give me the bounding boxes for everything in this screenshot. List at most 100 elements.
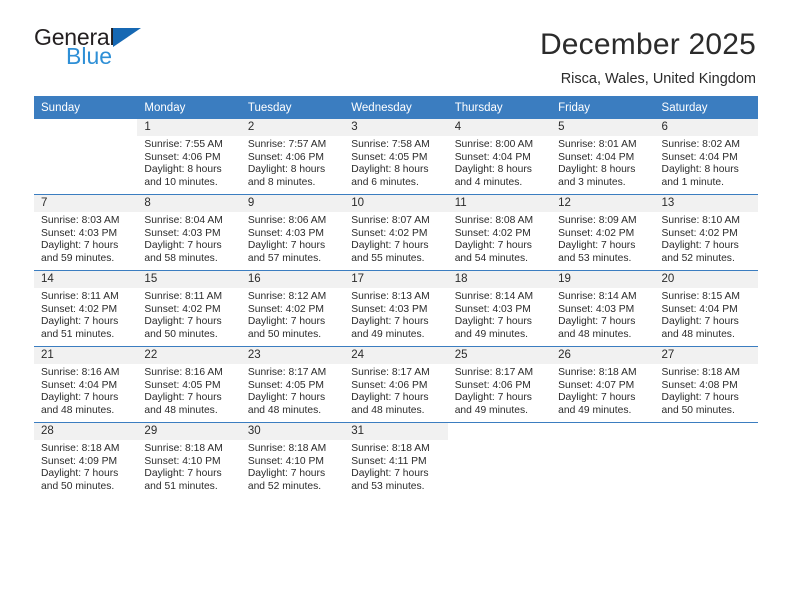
sunset-text: Sunset: 4:03 PM (558, 303, 635, 315)
sunrise-text: Sunrise: 8:18 AM (144, 443, 223, 454)
sunset-text: Sunset: 4:04 PM (661, 151, 738, 163)
day-cell[interactable]: 4 Sunrise: 8:00 AM Sunset: 4:04 PM Daylight… (447, 119, 552, 195)
day-cell[interactable]: 11 Sunrise: 8:08 AM Sunset: 4:02 PM Dayligh… (447, 194, 552, 271)
day-sun-info: Sunrise: 8:14 AM Sunset: 4:03 PM Daylight:… (551, 288, 654, 341)
day-cell[interactable]: 16 Sunrise: 8:12 AM Sunset: 4:02 PM Dayligh… (240, 270, 345, 347)
daylight-text-line1: Daylight: 8 hours (661, 164, 739, 176)
day-number: 4 (447, 119, 552, 136)
day-cell[interactable]: 24 Sunrise: 8:17 AM Sunset: 4:06 PM Dayligh… (344, 346, 448, 423)
daylight-text-line1: Daylight: 8 hours (247, 164, 326, 176)
day-cell[interactable]: 19 Sunrise: 8:14 AM Sunset: 4:03 PM Dayligh… (551, 270, 655, 347)
daylight-text-line1: Daylight: 7 hours (558, 316, 636, 328)
day-cell[interactable]: 6 Sunrise: 8:02 AM Sunset: 4:04 PM Daylight… (654, 119, 758, 195)
sunset-text: Sunset: 4:10 PM (144, 455, 221, 467)
daylight-text-line2: and 50 minutes. (41, 480, 115, 492)
daylight-text-line1: Daylight: 7 hours (351, 468, 429, 480)
sunset-text: Sunset: 4:02 PM (247, 303, 324, 315)
day-cell[interactable]: 5 Sunrise: 8:01 AM Sunset: 4:04 PM Daylight… (551, 119, 655, 195)
sunset-text: Sunset: 4:06 PM (144, 151, 221, 163)
day-number: 14 (34, 271, 138, 288)
day-sun-info (34, 136, 137, 139)
day-cell[interactable]: 14 Sunrise: 8:11 AM Sunset: 4:02 PM Dayligh… (34, 270, 138, 347)
day-cell[interactable]: 2 Sunrise: 7:57 AM Sunset: 4:06 PM Daylight… (240, 119, 345, 195)
daylight-text-line2: and 59 minutes. (41, 252, 115, 264)
day-cell[interactable]: 7 Sunrise: 8:03 AM Sunset: 4:03 PM Daylight… (34, 194, 138, 271)
weekday-header-sunday: Sunday (34, 96, 138, 119)
day-cell[interactable]: 17 Sunrise: 8:13 AM Sunset: 4:03 PM Dayligh… (344, 270, 448, 347)
day-cell[interactable]: 22 Sunrise: 8:16 AM Sunset: 4:05 PM Dayligh… (137, 346, 241, 423)
calendar-week-row: 28 Sunrise: 8:18 AM Sunset: 4:09 PM Dayligh… (34, 422, 758, 498)
day-cell[interactable]: 30 Sunrise: 8:18 AM Sunset: 4:10 PM Dayligh… (240, 422, 345, 498)
day-cell[interactable]: 20 Sunrise: 8:15 AM Sunset: 4:04 PM Dayligh… (654, 270, 758, 347)
daylight-text-line1: Daylight: 7 hours (144, 468, 222, 480)
daylight-text-line2: and 53 minutes. (558, 252, 632, 264)
sunset-text: Sunset: 4:07 PM (558, 379, 635, 391)
day-number: 27 (654, 347, 758, 364)
day-number: 29 (137, 423, 241, 440)
day-cell[interactable]: 23 Sunrise: 8:17 AM Sunset: 4:05 PM Dayligh… (240, 346, 345, 423)
day-cell[interactable]: 10 Sunrise: 8:07 AM Sunset: 4:02 PM Dayligh… (344, 194, 448, 271)
general-blue-logo[interactable]: General Blue (34, 26, 142, 68)
weekday-header-friday: Friday (551, 96, 655, 119)
day-cell[interactable]: 1 Sunrise: 7:55 AM Sunset: 4:06 PM Daylight… (137, 119, 241, 195)
day-sun-info: Sunrise: 8:09 AM Sunset: 4:02 PM Daylight:… (551, 212, 654, 265)
day-cell-content: 6 Sunrise: 8:02 AM Sunset: 4:04 PM Daylight… (654, 119, 758, 194)
daylight-text-line2: and 55 minutes. (351, 252, 425, 264)
day-number: 25 (447, 347, 552, 364)
sunrise-text: Sunrise: 8:02 AM (661, 139, 740, 150)
sunset-text: Sunset: 4:02 PM (661, 227, 738, 239)
day-number: 23 (240, 347, 345, 364)
day-sun-info: Sunrise: 8:18 AM Sunset: 4:08 PM Daylight:… (655, 364, 758, 417)
day-cell[interactable]: 15 Sunrise: 8:11 AM Sunset: 4:02 PM Dayligh… (137, 270, 241, 347)
sunrise-text: Sunrise: 8:10 AM (661, 215, 740, 226)
day-cell-content: 27 Sunrise: 8:18 AM Sunset: 4:08 PM Dayligh… (654, 347, 758, 422)
sunrise-text: Sunrise: 8:04 AM (144, 215, 223, 226)
day-number: 10 (344, 195, 448, 212)
day-cell[interactable]: 8 Sunrise: 8:04 AM Sunset: 4:03 PM Daylight… (137, 194, 241, 271)
day-number: 6 (654, 119, 758, 136)
day-cell[interactable]: 12 Sunrise: 8:09 AM Sunset: 4:02 PM Dayligh… (551, 194, 655, 271)
daylight-text-line2: and 49 minutes. (558, 404, 632, 416)
daylight-text-line1: Daylight: 7 hours (41, 468, 119, 480)
day-cell[interactable]: 26 Sunrise: 8:18 AM Sunset: 4:07 PM Dayligh… (551, 346, 655, 423)
day-cell-content: 20 Sunrise: 8:15 AM Sunset: 4:04 PM Dayligh… (654, 271, 758, 346)
sunrise-text: Sunrise: 8:11 AM (144, 291, 223, 302)
day-number (551, 423, 654, 440)
day-cell[interactable]: 31 Sunrise: 8:18 AM Sunset: 4:11 PM Dayligh… (344, 422, 448, 498)
day-sun-info: Sunrise: 7:57 AM Sunset: 4:06 PM Daylight:… (241, 136, 344, 189)
day-cell-content: 24 Sunrise: 8:17 AM Sunset: 4:06 PM Dayligh… (344, 347, 448, 422)
day-cell[interactable]: 13 Sunrise: 8:10 AM Sunset: 4:02 PM Dayligh… (654, 194, 758, 271)
day-cell-content: 8 Sunrise: 8:04 AM Sunset: 4:03 PM Daylight… (137, 195, 241, 270)
day-cell[interactable]: 21 Sunrise: 8:16 AM Sunset: 4:04 PM Dayligh… (34, 346, 138, 423)
day-sun-info: Sunrise: 8:07 AM Sunset: 4:02 PM Daylight:… (344, 212, 447, 265)
day-sun-info: Sunrise: 8:00 AM Sunset: 4:04 PM Daylight:… (448, 136, 551, 189)
day-cell[interactable]: 29 Sunrise: 8:18 AM Sunset: 4:10 PM Dayligh… (137, 422, 241, 498)
day-cell-content: 29 Sunrise: 8:18 AM Sunset: 4:10 PM Dayligh… (137, 423, 241, 498)
day-cell[interactable]: 3 Sunrise: 7:58 AM Sunset: 4:05 PM Daylight… (344, 119, 448, 195)
day-number: 22 (137, 347, 241, 364)
sunset-text: Sunset: 4:06 PM (351, 379, 428, 391)
day-cell-content: 23 Sunrise: 8:17 AM Sunset: 4:05 PM Dayligh… (240, 347, 345, 422)
day-cell[interactable]: 27 Sunrise: 8:18 AM Sunset: 4:08 PM Dayligh… (654, 346, 758, 423)
day-cell[interactable]: 25 Sunrise: 8:17 AM Sunset: 4:06 PM Dayligh… (447, 346, 552, 423)
day-cell[interactable]: 28 Sunrise: 8:18 AM Sunset: 4:09 PM Dayligh… (34, 422, 138, 498)
day-cell-empty (34, 119, 137, 195)
day-sun-info: Sunrise: 8:12 AM Sunset: 4:02 PM Daylight:… (241, 288, 344, 341)
sunset-text: Sunset: 4:02 PM (454, 227, 531, 239)
day-cell[interactable]: 9 Sunrise: 8:06 AM Sunset: 4:03 PM Daylight… (240, 194, 345, 271)
daylight-text-line2: and 8 minutes. (247, 176, 316, 188)
day-cell[interactable]: 18 Sunrise: 8:14 AM Sunset: 4:03 PM Dayligh… (447, 270, 552, 347)
day-cell-content: 2 Sunrise: 7:57 AM Sunset: 4:06 PM Daylight… (240, 119, 345, 194)
sunrise-text: Sunrise: 8:12 AM (247, 291, 327, 302)
day-sun-info: Sunrise: 8:01 AM Sunset: 4:04 PM Daylight:… (551, 136, 654, 189)
day-sun-info: Sunrise: 8:17 AM Sunset: 4:06 PM Daylight:… (448, 364, 551, 417)
sunrise-text: Sunrise: 8:14 AM (454, 291, 534, 302)
sunset-text: Sunset: 4:06 PM (454, 379, 531, 391)
day-sun-info: Sunrise: 8:08 AM Sunset: 4:02 PM Daylight:… (448, 212, 551, 265)
sunrise-text: Sunrise: 8:00 AM (454, 139, 534, 150)
daylight-text-line1: Daylight: 7 hours (454, 240, 532, 252)
sunset-text: Sunset: 4:03 PM (351, 303, 428, 315)
sunset-text: Sunset: 4:02 PM (558, 227, 635, 239)
day-sun-info: Sunrise: 8:02 AM Sunset: 4:04 PM Daylight:… (655, 136, 758, 189)
daylight-text-line2: and 1 minute. (661, 176, 724, 188)
